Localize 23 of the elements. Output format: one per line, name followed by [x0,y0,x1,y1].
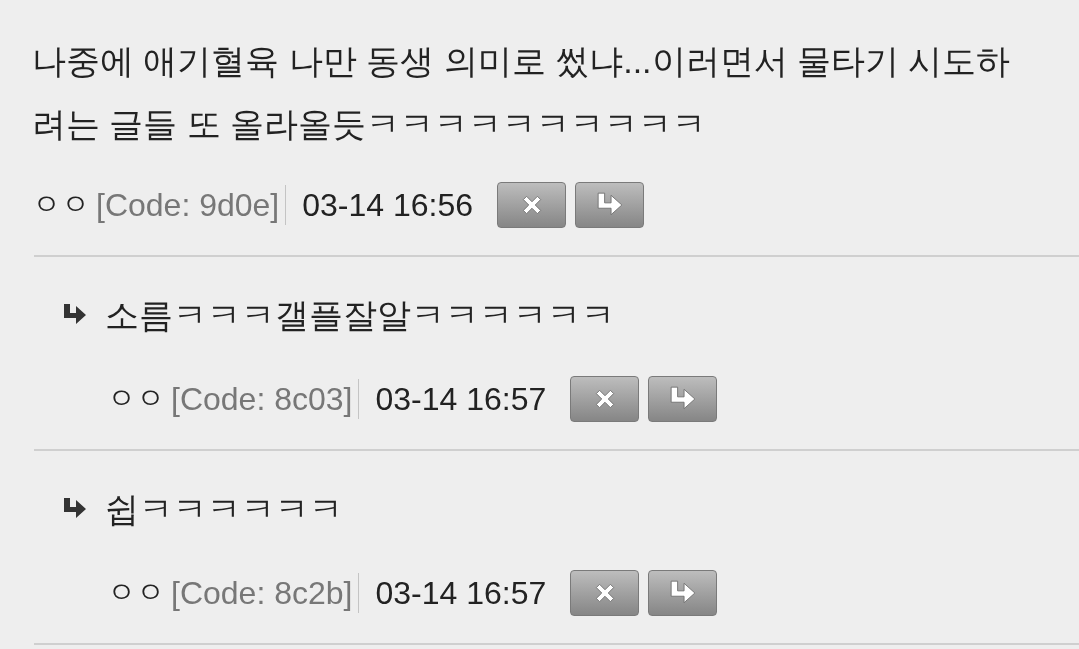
reply-text: 쉽ㅋㅋㅋㅋㅋㅋ [105,488,343,530]
author-name: ㅇㅇ [107,575,165,611]
comment-text: 나중에 애기혈육 나만 동생 의미로 썼냐...이러면서 물타기 시도하려는 글들 또 올라올듯ㅋㅋㅋㅋㅋㅋㅋㅋㅋㅋ [32,41,1012,145]
user-code: [Code: 9d0e] [96,186,280,225]
user-code: [Code: 8c03] [171,380,353,419]
bent-arrow-icon [668,580,697,606]
bent-arrow-icon [595,192,624,218]
delete-button[interactable] [570,570,640,616]
author-name: ㅇㅇ [32,187,90,223]
bent-arrow-icon [62,497,88,521]
bent-arrow-icon [668,386,697,412]
reply-button[interactable] [648,376,718,422]
comment-time: 03-14 16:57 [375,380,547,419]
bent-arrow-icon [62,303,88,327]
delete-button[interactable] [497,182,567,228]
reply-button[interactable] [575,182,645,228]
author-name: ㅇㅇ [107,381,165,417]
comment-time: 03-14 16:57 [375,574,547,613]
reply-button[interactable] [648,570,718,616]
user-code: [Code: 8c2b] [171,574,353,613]
delete-button[interactable] [570,376,640,422]
comment-time: 03-14 16:56 [302,186,474,225]
reply-text: 소름ㅋㅋㅋ갤플잘알ㅋㅋㅋㅋㅋㅋ [105,294,615,336]
